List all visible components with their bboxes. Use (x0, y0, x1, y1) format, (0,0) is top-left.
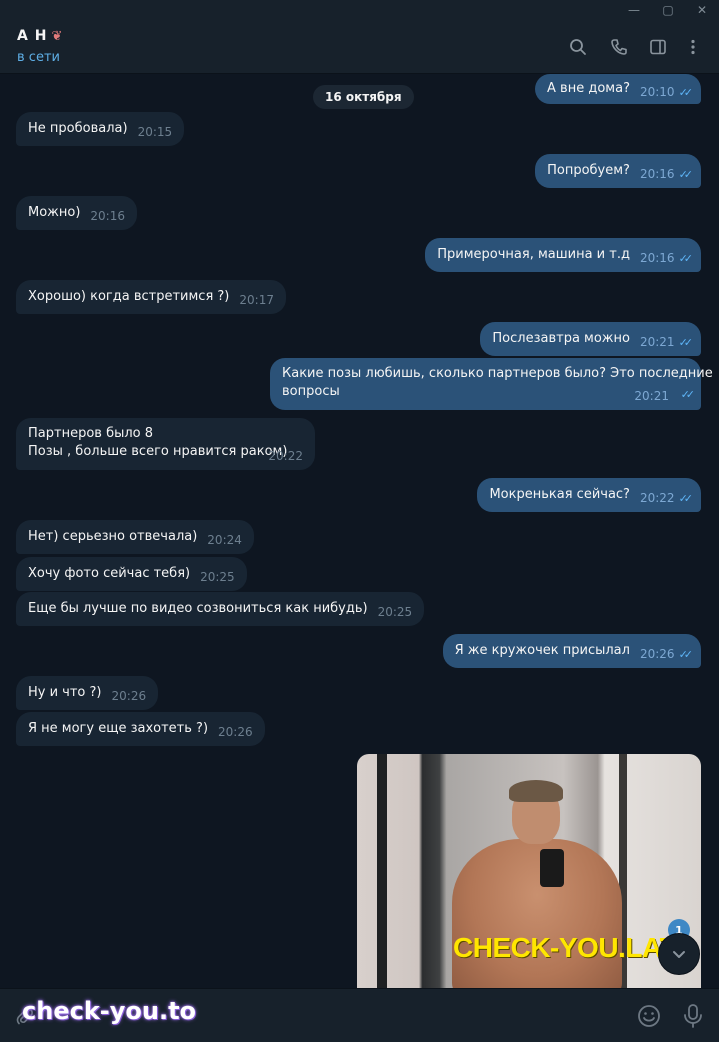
message-time: 20:10 (639, 85, 675, 99)
maximize-button[interactable]: ▢ (651, 0, 685, 20)
photo-figure-hair (509, 780, 563, 802)
message-text: Еще бы лучше по видео созвониться как ни… (28, 601, 368, 616)
message-bubble-incoming[interactable]: Ну и что ?) 20:26 (16, 676, 159, 710)
message-list[interactable]: А вне дома? 20:10 ✓✓ 16 октября Не пробова… (0, 74, 719, 988)
message-bubble-incoming[interactable]: Еще бы лучше по видео созвониться как ни… (16, 592, 425, 626)
message-text: Попробуем? (547, 163, 630, 178)
message-bubble-incoming[interactable]: Нет) серьезно отвечала) 20:24 (16, 520, 254, 554)
message-text: Не пробовала) (28, 121, 128, 136)
sidebar-toggle-icon[interactable] (647, 36, 669, 58)
more-vertical-icon[interactable] (682, 36, 704, 58)
message-text-line: вопросы (282, 384, 340, 399)
read-ticks-icon: ✓✓ (678, 252, 694, 265)
message-bubble-outgoing[interactable]: Послезавтра можно 20:21 ✓✓ (480, 322, 701, 356)
emoji-icon[interactable] (636, 1003, 662, 1029)
message-text: Нет) серьезно отвечала) (28, 529, 198, 544)
message-text: Хорошо) когда встретимся ?) (28, 289, 230, 304)
scroll-down-button[interactable] (658, 933, 700, 975)
message-bubble-incoming[interactable]: Можно) 20:16 (16, 196, 137, 230)
message-time: 20:26 (111, 689, 147, 703)
message-text: Примерочная, машина и т.д (437, 247, 630, 262)
read-ticks-icon: ✓✓ (678, 492, 694, 505)
message-composer: check-you.to (0, 988, 719, 1042)
message-text: Я же кружочек присылал (454, 643, 630, 658)
message-text: Ну и что ?) (28, 685, 102, 700)
close-button[interactable]: ✕ (685, 0, 719, 20)
message-time: 20:26 (639, 647, 675, 661)
message-bubble-incoming[interactable]: Не пробовала) 20:15 (16, 112, 185, 146)
minimize-button[interactable]: — (617, 0, 651, 20)
message-time: 20:25 (377, 605, 413, 619)
message-time: 20:16 (639, 251, 675, 265)
message-bubble-incoming[interactable]: Я не могу еще захотеть ?) 20:26 (16, 712, 265, 746)
photo-watermark: CHECK-YOU.LAT (453, 932, 677, 963)
message-text: Послезавтра можно (492, 331, 630, 346)
message-text: Можно) (28, 205, 81, 220)
message-time: 20:16 (639, 167, 675, 181)
message-time: 20:22 (268, 449, 303, 463)
message-text: Я не могу еще захотеть ?) (28, 721, 209, 736)
photo-figure-body (452, 839, 622, 988)
message-time: 20:16 (90, 209, 125, 223)
read-ticks-icon: ✓✓ (678, 648, 694, 661)
message-time: 20:17 (239, 293, 274, 307)
search-icon[interactable] (567, 36, 589, 58)
message-time: 20:25 (200, 570, 235, 584)
message-bubble-outgoing[interactable]: Примерочная, машина и т.д 20:16 ✓✓ (425, 238, 701, 272)
message-text: Хочу фото сейчас тебя) (28, 566, 191, 581)
window-title-bar: — ▢ ✕ (0, 0, 719, 20)
read-ticks-icon: ✓✓ (680, 388, 696, 401)
message-time: 20:22 (639, 491, 675, 505)
heart-emoji-icon: ❦ (51, 28, 64, 44)
message-bubble-outgoing[interactable]: А вне дома? 20:10 ✓✓ (535, 74, 701, 104)
date-separator: 16 октября (313, 85, 414, 109)
photo-phone (540, 849, 564, 887)
message-bubble-incoming[interactable]: Хорошо) когда встретимся ?) 20:17 (16, 280, 286, 314)
message-text: Мокренькая сейчас? (489, 487, 630, 502)
read-ticks-icon: ✓✓ (678, 336, 694, 349)
message-time: 20:21 (639, 335, 675, 349)
composer-watermark: check-you.to (22, 997, 197, 1025)
read-ticks-icon: ✓✓ (678, 86, 694, 99)
message-bubble-outgoing[interactable]: Я же кружочек присылал 20:26 ✓✓ (442, 634, 701, 668)
chat-header: А Н ❦ в сети (0, 20, 719, 74)
online-status: в сети (17, 50, 60, 65)
message-time: 20:15 (137, 125, 173, 139)
chat-title[interactable]: А Н ❦ (17, 28, 63, 44)
message-time: 20:26 (218, 725, 253, 739)
message-text-line: Какие позы любишь, сколько партнеров был… (282, 366, 713, 381)
message-bubble-incoming[interactable]: Партнеров было 8 Позы , больше всего нра… (16, 418, 315, 470)
read-ticks-icon: ✓✓ (678, 168, 694, 181)
chevron-down-icon (673, 951, 685, 958)
message-text-line: Позы , больше всего нравится раком) (28, 444, 288, 459)
message-bubble-outgoing[interactable]: Попробуем? 20:16 ✓✓ (535, 154, 701, 188)
chat-title-text: А Н (17, 28, 48, 44)
message-time: 20:24 (207, 533, 242, 547)
message-bubble-incoming[interactable]: Хочу фото сейчас тебя) 20:25 (16, 557, 247, 591)
message-text: А вне дома? (547, 81, 630, 96)
microphone-icon[interactable] (681, 1002, 705, 1030)
message-bubble-outgoing[interactable]: Мокренькая сейчас? 20:22 ✓✓ (477, 478, 701, 512)
message-time: 20:21 (634, 389, 669, 403)
message-bubble-outgoing[interactable]: Какие позы любишь, сколько партнеров был… (270, 358, 713, 410)
phone-icon[interactable] (608, 36, 630, 58)
message-text-line: Партнеров было 8 (28, 426, 154, 441)
